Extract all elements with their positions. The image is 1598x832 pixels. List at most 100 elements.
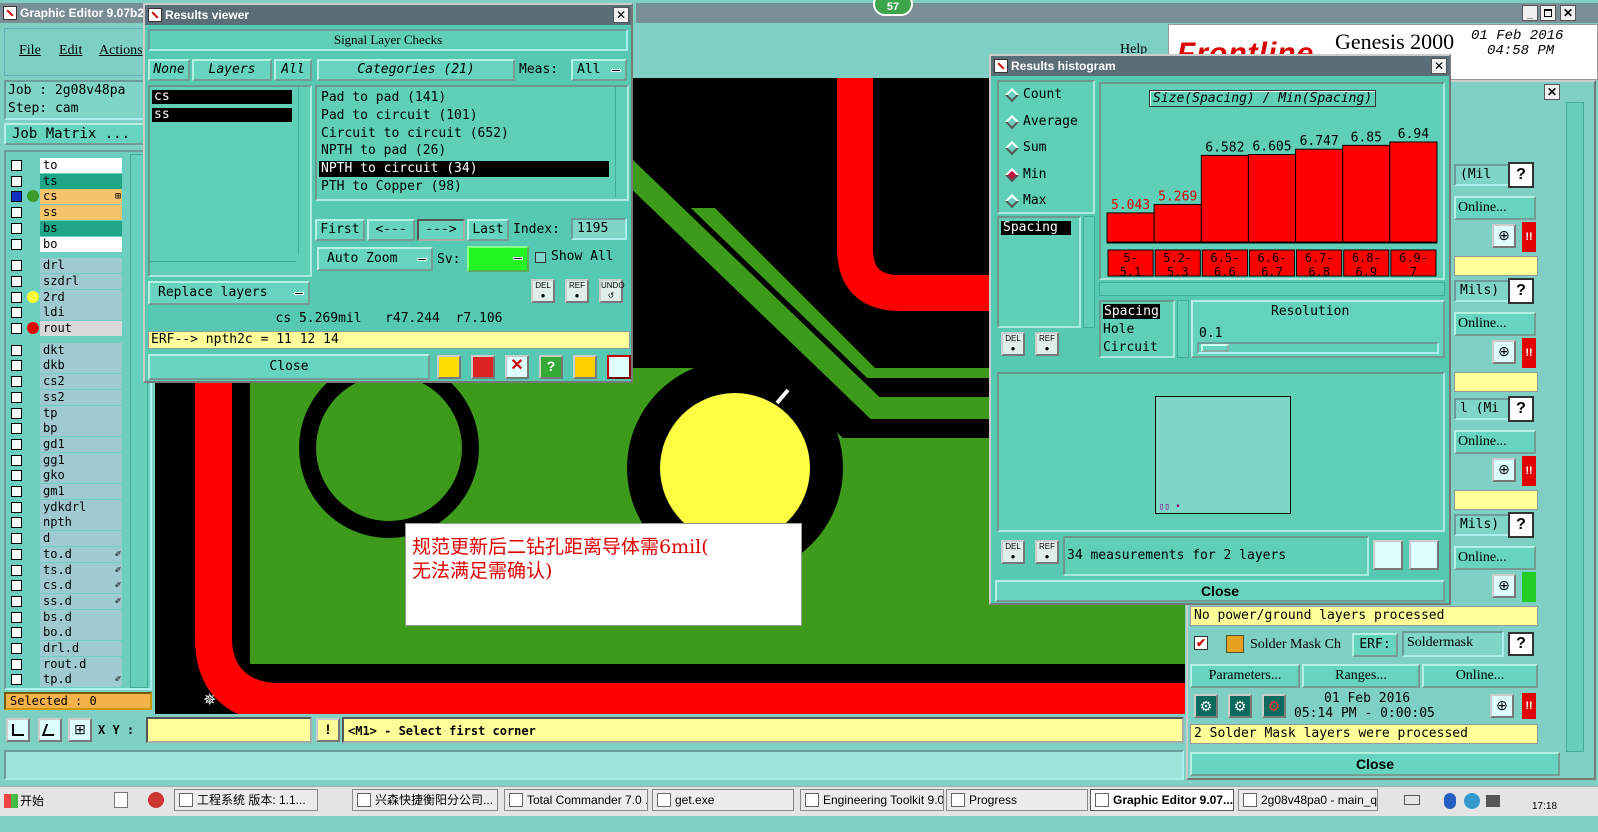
layer-list-item[interactable]: cs: [152, 90, 292, 104]
layer-row[interactable]: cs ⊞: [9, 189, 123, 205]
chart-hscroll[interactable]: [1099, 282, 1445, 296]
layer-row[interactable]: ss2: [9, 389, 123, 405]
layer-checkbox[interactable]: [11, 222, 22, 234]
layer-name[interactable]: bp: [40, 421, 122, 437]
layer-row[interactable]: ss.d ✐: [9, 593, 123, 609]
histogram-bar[interactable]: [1106, 212, 1155, 243]
zoom-in-icon[interactable]: [1373, 540, 1403, 570]
last-button[interactable]: Last: [467, 219, 509, 241]
layer-list-item[interactable]: ss: [152, 108, 292, 122]
layer-checkbox[interactable]: [11, 275, 22, 287]
layer-row[interactable]: rout: [9, 321, 123, 336]
layer-list-scrollbar[interactable]: [298, 87, 310, 255]
layer-row[interactable]: ss: [9, 205, 123, 221]
layer-checkbox[interactable]: [11, 407, 22, 419]
zoom-result-icon[interactable]: ⊕: [1492, 224, 1516, 248]
taskbar-item[interactable]: Graphic Editor 9.07...: [1090, 789, 1234, 811]
sv-color-dropdown[interactable]: [467, 246, 529, 272]
next-button[interactable]: --->: [417, 219, 465, 241]
layer-name[interactable]: to: [40, 158, 122, 173]
menu-actions[interactable]: Actions: [99, 43, 143, 59]
layer-row[interactable]: dkb: [9, 358, 123, 374]
layer-name[interactable]: bs: [40, 220, 122, 236]
layer-row[interactable]: bo.d: [9, 625, 123, 641]
layer-name[interactable]: cs2: [40, 374, 122, 390]
layer-checkbox[interactable]: [11, 470, 22, 482]
category-item[interactable]: Circuit to circuit (652): [319, 126, 609, 142]
layer-checkbox[interactable]: [11, 260, 22, 272]
layer-checkbox[interactable]: [11, 643, 22, 654]
layer-name[interactable]: 2rd: [40, 289, 122, 305]
index-input[interactable]: 1195: [571, 218, 627, 240]
warning-button[interactable]: !: [316, 718, 340, 742]
layer-row[interactable]: gko: [9, 468, 123, 484]
layer-name[interactable]: dkt: [40, 342, 122, 358]
layer-checkbox[interactable]: [11, 564, 22, 576]
notification-badge[interactable]: 57: [873, 0, 913, 16]
erf-value[interactable]: Soldermask: [1402, 631, 1504, 657]
checklist-close-icon[interactable]: ✕: [1544, 84, 1560, 100]
layer-name[interactable]: drl: [40, 258, 122, 274]
layers-all-button[interactable]: All: [274, 59, 312, 81]
resolution-slider-thumb[interactable]: [1201, 344, 1229, 352]
layer-checkbox[interactable]: [11, 238, 22, 250]
layer-row[interactable]: drl.d: [9, 641, 123, 656]
layer-row[interactable]: gm1: [9, 484, 123, 499]
clear-icon[interactable]: ✕: [505, 355, 529, 379]
run-icon[interactable]: ⚙: [1194, 694, 1218, 718]
help-question-icon[interactable]: ?: [1508, 512, 1534, 538]
resolution-slider[interactable]: [1197, 342, 1439, 354]
layer-checkbox[interactable]: [11, 391, 22, 403]
layer-checkbox[interactable]: [11, 344, 22, 356]
layer-checkbox[interactable]: [11, 517, 22, 529]
layer-name[interactable]: cs: [40, 189, 122, 205]
histogram-close-button[interactable]: Close: [995, 580, 1445, 602]
layer-list-hscroll[interactable]: [150, 261, 296, 273]
results-viewer-close-button[interactable]: Close: [148, 354, 430, 380]
histogram-bar[interactable]: [1342, 144, 1391, 243]
layer-row[interactable]: dkt: [9, 342, 123, 358]
layer-checkbox[interactable]: [11, 291, 22, 303]
layer-name[interactable]: bs.d: [40, 609, 122, 625]
grid-tool-button[interactable]: ⊞: [68, 718, 92, 742]
report-icon[interactable]: [437, 355, 461, 379]
del-icon[interactable]: DEL ●: [531, 279, 555, 303]
histogram-icon[interactable]: [607, 355, 631, 379]
histogram-bar[interactable]: [1389, 141, 1438, 243]
histogram-bar[interactable]: [1295, 148, 1344, 243]
layer-name[interactable]: dkb: [40, 358, 122, 374]
layer-row[interactable]: cs2: [9, 374, 123, 390]
layer-name[interactable]: drl.d: [40, 641, 122, 656]
auto-zoom-dropdown[interactable]: Auto Zoom: [317, 247, 433, 271]
layer-name[interactable]: rout.d: [40, 656, 122, 672]
layer-name[interactable]: ts.d: [40, 562, 122, 578]
zoom-result-icon[interactable]: ⊕: [1492, 340, 1516, 364]
erf-button[interactable]: ERF:: [1352, 633, 1398, 657]
network-icon[interactable]: [1464, 793, 1480, 809]
layer-checkbox[interactable]: [11, 175, 22, 187]
undo-icon[interactable]: UNDO ↺: [599, 279, 625, 303]
help-question-icon[interactable]: ?: [1508, 396, 1534, 422]
start-button[interactable]: 开始: [2, 790, 60, 812]
mode-radio[interactable]: [1004, 87, 1020, 103]
zoom-tool-button[interactable]: [6, 718, 30, 742]
close-window-button[interactable]: ✕: [1560, 5, 1576, 21]
xy-input[interactable]: [146, 717, 312, 743]
online-button[interactable]: Online...: [1454, 546, 1536, 570]
layer-checkbox[interactable]: [11, 191, 22, 203]
category-scrollbar[interactable]: [615, 87, 627, 197]
layer-checkbox[interactable]: [11, 674, 22, 686]
layer-checkbox[interactable]: [11, 423, 22, 435]
layer-name[interactable]: d: [40, 531, 122, 547]
layer-row[interactable]: cs.d ✐: [9, 578, 123, 594]
zoom-result-icon[interactable]: ⊕: [1490, 694, 1514, 718]
type-item[interactable]: Hole: [1103, 322, 1134, 337]
layer-name[interactable]: ss2: [40, 389, 122, 405]
taskbar-item[interactable]: 兴森快捷衡阳分公司...: [352, 789, 498, 811]
layer-name[interactable]: tp: [40, 405, 122, 421]
help-question-icon[interactable]: ?: [1508, 278, 1534, 304]
job-matrix-button[interactable]: Job Matrix ...: [4, 123, 148, 145]
layers-none-button[interactable]: None: [148, 59, 190, 81]
checklist-close-button[interactable]: Close: [1190, 752, 1560, 776]
solder-mask-checkbox[interactable]: ✔: [1194, 636, 1208, 650]
